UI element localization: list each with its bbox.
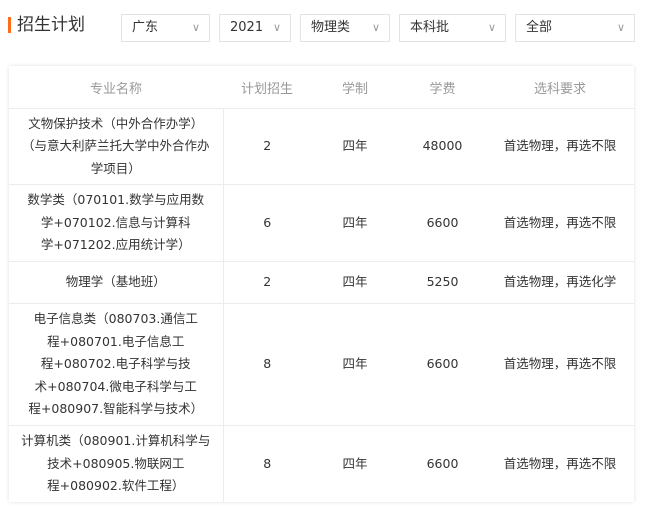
batch-select-value: 本科批 [410, 20, 450, 35]
major-name-line: 技术+080905.物联网工 [47, 455, 185, 471]
year-select-value: 2021 [230, 20, 264, 35]
table-row: 计算机类（080901.计算机科学与 技术+080905.物联网工 程+0809… [9, 425, 634, 502]
major-name-cell: 数学类（070101.数学与应用数 学+070102.信息与计算科 学+0712… [9, 184, 224, 262]
chevron-down-icon: ∨ [272, 21, 281, 34]
province-select[interactable]: 广东 ∨ [121, 14, 210, 42]
duration-cell: 四年 [311, 184, 399, 262]
major-name-line: 计算机类（080901.计算机科学与 [21, 433, 211, 448]
fee-cell: 6600 [399, 184, 486, 262]
requirement-cell: 首选物理，再选不限 [486, 184, 634, 262]
plan-table: 专业名称 计划招生 学制 学费 选科要求 文物保护技术（中外合作办学） （与意大… [9, 66, 634, 502]
batch-select[interactable]: 本科批 ∨ [399, 14, 506, 42]
table-row: 数学类（070101.数学与应用数 学+070102.信息与计算科 学+0712… [9, 184, 634, 262]
major-name-line: 学项目） [90, 160, 141, 176]
chevron-down-icon: ∨ [371, 21, 380, 34]
major-name-line: 程+080907.智能科学与技术） [28, 401, 204, 417]
major-name-line: 程+080902.软件工程） [47, 478, 185, 493]
column-header-duration: 学制 [311, 66, 399, 109]
duration-cell: 四年 [311, 303, 399, 426]
requirement-cell: 首选物理，再选化学 [486, 261, 634, 304]
enrollment-plan-table: 专业名称 计划招生 学制 学费 选科要求 文物保护技术（中外合作办学） （与意大… [9, 66, 634, 502]
major-name-cell: 文物保护技术（中外合作办学） （与意大利萨兰托大学中外合作办 学项目） [9, 108, 224, 185]
major-name-line: 文物保护技术（中外合作办学） [28, 115, 204, 131]
major-name-line: 程+080702.电子科学与技 [40, 356, 191, 372]
plan-count-cell: 6 [223, 184, 311, 262]
province-select-value: 广东 [132, 20, 159, 35]
major-name-line: 术+080704.微电子科学与工 [34, 378, 197, 394]
table-row: 物理学（基地班） 2 四年 5250 首选物理，再选化学 [9, 261, 634, 304]
requirement-cell: 首选物理，再选不限 [486, 108, 634, 185]
major-name-line: 学+071202.应用统计学） [40, 237, 191, 253]
fee-cell: 6600 [426, 455, 459, 471]
title-accent-bar [8, 17, 11, 33]
duration-cell: 四年 [342, 455, 368, 471]
major-name-line: 数学类（070101.数学与应用数 [27, 192, 205, 208]
fee-cell: 48000 [399, 108, 486, 185]
plan-count-cell: 2 [223, 108, 311, 185]
header-bar: 招生计划 广东 ∨ 2021 ∨ 物理类 ∨ 本科批 ∨ 全部 ∨ [0, 0, 645, 56]
major-name-cell: 物理学（基地班） [9, 261, 224, 304]
duration-cell: 四年 [311, 108, 399, 185]
plan-count-cell: 2 [223, 261, 311, 304]
major-name-line: 电子信息类（080703.通信工 [33, 311, 198, 327]
major-name-line: （与意大利萨兰托大学中外合作办 [21, 138, 210, 154]
major-name-cell: 电子信息类（080703.通信工 程+080701.电子信息工 程+080702… [9, 303, 224, 426]
chevron-down-icon: ∨ [191, 21, 200, 34]
plan-count-cell: 8 [223, 303, 311, 426]
column-header-requirement: 选科要求 [486, 66, 634, 109]
category-select[interactable]: 全部 ∨ [515, 14, 635, 42]
requirement-cell: 首选物理，再选不限 [486, 303, 634, 426]
plan-count-cell: 8 [263, 455, 272, 471]
major-name-line: 程+080701.电子信息工 [47, 333, 185, 349]
chevron-down-icon: ∨ [487, 21, 496, 34]
category-select-value: 全部 [526, 20, 553, 35]
subject-type-select-value: 物理类 [311, 20, 351, 35]
major-name-line: 学+070102.信息与计算科 [40, 214, 191, 230]
table-header-row: 专业名称 计划招生 学制 学费 选科要求 [9, 66, 634, 109]
column-header-plan: 计划招生 [223, 66, 311, 109]
duration-cell: 四年 [311, 261, 399, 304]
fee-cell: 6600 [399, 303, 486, 426]
chevron-down-icon: ∨ [616, 21, 625, 34]
column-header-major: 专业名称 [9, 66, 223, 109]
major-name-cell: 计算机类（080901.计算机科学与 技术+080905.物联网工 程+0809… [9, 425, 224, 502]
requirement-cell: 首选物理，再选不限 [503, 455, 617, 471]
subject-type-select[interactable]: 物理类 ∨ [300, 14, 390, 42]
table-row: 电子信息类（080703.通信工 程+080701.电子信息工 程+080702… [9, 303, 634, 426]
page-title: 招生计划 [17, 15, 85, 35]
column-header-fee: 学费 [399, 66, 486, 109]
table-row: 文物保护技术（中外合作办学） （与意大利萨兰托大学中外合作办 学项目） 2 四年… [9, 108, 634, 185]
year-select[interactable]: 2021 ∨ [219, 14, 291, 42]
fee-cell: 5250 [399, 261, 486, 304]
major-name-line: 物理学（基地班） [65, 274, 166, 290]
